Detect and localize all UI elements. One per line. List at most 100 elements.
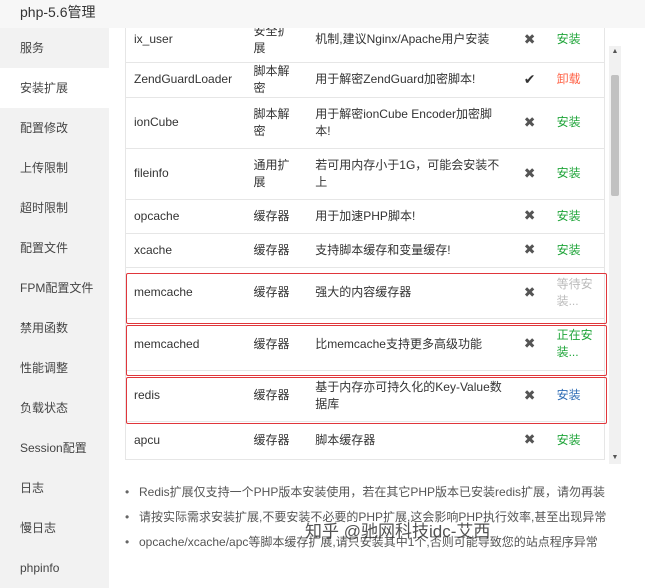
uninstall-link[interactable]: 卸载 [557,72,581,86]
status-cell: ✖ [510,97,549,149]
extension-description: 机制,建议Nginx/Apache用户安装 [307,28,511,63]
table-row: opcache 缓存器 用于加速PHP脚本! ✖ 安装 [125,199,605,234]
extension-description: 用于解密ZendGuard加密脚本! [307,62,511,98]
extension-name: ZendGuardLoader [125,62,246,98]
extension-description: 支持脚本缓存和变量缓存! [307,233,511,268]
sidebar-item-install-extensions[interactable]: 安装扩展 [0,68,109,108]
extension-type: 缓存器 [245,318,308,371]
status-cell: ✔ [510,62,549,98]
main-panel: ix_user 安全扩展 机制,建议Nginx/Apache用户安装 ✖ 安装 … [109,28,645,588]
install-link[interactable]: 安装 [557,32,581,46]
scroll-down-icon[interactable]: ▼ [609,452,621,464]
operation-cell: 安装 [548,28,605,63]
sidebar-item-load-status[interactable]: 负载状态 [0,388,109,428]
extension-description: 比memcache支持更多高级功能 [307,318,511,371]
status-cell: ✖ [510,421,549,460]
operation-cell: 卸载 [548,62,605,98]
extensions-table: ix_user 安全扩展 机制,建议Nginx/Apache用户安装 ✖ 安装 … [125,28,605,460]
extensions-table-container[interactable]: ix_user 安全扩展 机制,建议Nginx/Apache用户安装 ✖ 安装 … [125,28,605,465]
extension-name: apcu [125,421,246,460]
extension-type: 缓存器 [245,233,308,268]
extension-name: xcache [125,233,246,268]
sidebar-item-service[interactable]: 服务 [0,28,109,68]
sidebar-item-timeout-limit[interactable]: 超时限制 [0,188,109,228]
sidebar: 服务 安装扩展 配置修改 上传限制 超时限制 配置文件 FPM配置文件 禁用函数… [0,28,109,588]
extension-type: 缓存器 [245,267,308,319]
cross-icon: ✖ [523,207,536,223]
sidebar-item-phpinfo[interactable]: phpinfo [0,548,109,588]
operation-cell: 安装 [548,421,605,460]
status-cell: ✖ [510,28,549,63]
cross-icon: ✖ [523,241,536,257]
extension-description: 脚本缓存器 [307,421,511,460]
operation-cell: 安装 [548,148,605,200]
extension-description: 强大的内容缓存器 [307,267,511,319]
status-cell: ✖ [510,199,549,234]
table-row: redis 缓存器 基于内存亦可持久化的Key-Value数据库 ✖ 安装 [125,370,605,422]
status-cell: ✖ [510,148,549,200]
table-row: memcache 缓存器 强大的内容缓存器 ✖ 等待安装... [125,267,605,319]
sidebar-item-upload-limit[interactable]: 上传限制 [0,148,109,188]
installing-status: 正在安装... [556,328,593,359]
table-scrollbar[interactable]: ▲ ▼ [609,46,621,464]
install-link[interactable]: 安装 [557,388,581,402]
status-cell: ✖ [510,267,549,319]
table-row: ZendGuardLoader 脚本解密 用于解密ZendGuard加密脚本! … [125,62,605,98]
sidebar-item-log[interactable]: 日志 [0,468,109,508]
sidebar-item-disabled-functions[interactable]: 禁用函数 [0,308,109,348]
extension-name: memcached [125,318,246,371]
scroll-up-icon[interactable]: ▲ [609,46,621,58]
install-link[interactable]: 安装 [557,166,581,180]
cross-icon: ✖ [523,386,536,403]
extension-name: ix_user [125,28,246,63]
table-row: ix_user 安全扩展 机制,建议Nginx/Apache用户安装 ✖ 安装 [125,28,605,63]
cross-icon: ✖ [523,283,536,300]
watermark: 知乎 @驰网科技idc-艾西 [305,522,491,541]
table-row: fileinfo 通用扩展 若可用内存小于1G，可能会安装不上 ✖ 安装 [125,148,605,200]
extension-name: opcache [125,199,246,234]
status-cell: ✖ [510,233,549,268]
sidebar-item-session-config[interactable]: Session配置 [0,428,109,468]
operation-cell: 安装 [548,370,605,422]
extension-name: memcache [125,267,246,319]
extension-type: 通用扩展 [245,148,308,200]
operation-cell: 正在安装... [548,318,605,371]
note-item: Redis扩展仅支持一个PHP版本安装使用，若在其它PHP版本已安装redis扩… [123,480,633,505]
window-title: php-5.6管理 [20,4,96,20]
extension-description: 基于内存亦可持久化的Key-Value数据库 [307,370,511,422]
operation-cell: 等待安装... [548,267,605,319]
cross-icon: ✖ [523,335,536,351]
extension-type: 脚本解密 [245,97,308,149]
sidebar-item-config-file[interactable]: 配置文件 [0,228,109,268]
sidebar-item-fpm-config-file[interactable]: FPM配置文件 [0,268,109,308]
cross-icon: ✖ [523,431,536,447]
install-link[interactable]: 安装 [557,433,581,447]
extension-description: 用于解密ionCube Encoder加密脚本! [307,97,511,149]
window-titlebar: php-5.6管理 [0,0,645,28]
waiting-install-status: 等待安装... [556,276,593,308]
install-link[interactable]: 安装 [557,115,581,129]
operation-cell: 安装 [548,233,605,268]
cross-icon: ✖ [523,30,536,47]
table-row: memcached 缓存器 比memcache支持更多高级功能 ✖ 正在安装..… [125,318,605,371]
sidebar-item-config-edit[interactable]: 配置修改 [0,108,109,148]
extension-type: 安全扩展 [245,28,308,63]
install-link[interactable]: 安装 [557,243,581,257]
extension-type: 缓存器 [245,199,308,234]
cross-icon: ✖ [523,113,536,130]
extension-type: 缓存器 [245,421,308,460]
operation-cell: 安装 [548,97,605,149]
status-cell: ✖ [510,370,549,422]
table-row: ionCube 脚本解密 用于解密ionCube Encoder加密脚本! ✖ … [125,97,605,149]
check-icon: ✔ [523,70,536,87]
extension-name: redis [125,370,246,422]
sidebar-item-slow-log[interactable]: 慢日志 [0,508,109,548]
operation-cell: 安装 [548,199,605,234]
sidebar-item-performance-tuning[interactable]: 性能调整 [0,348,109,388]
install-link[interactable]: 安装 [557,209,581,223]
scrollbar-thumb[interactable] [611,75,619,196]
extension-name: fileinfo [125,148,246,200]
cross-icon: ✖ [523,164,536,181]
table-row: xcache 缓存器 支持脚本缓存和变量缓存! ✖ 安装 [125,233,605,268]
status-cell: ✖ [510,318,549,371]
